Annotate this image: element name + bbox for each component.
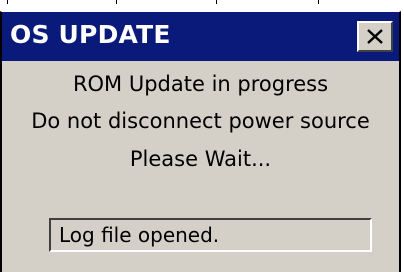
close-icon: [367, 29, 383, 44]
edge-mark-top-1: [7, 0, 8, 4]
message-line-3: Please Wait...: [129, 147, 272, 171]
close-button[interactable]: [357, 21, 393, 52]
edge-mark-top-3: [216, 0, 217, 4]
dialog-title: OS UPDATE: [10, 20, 171, 49]
os-update-dialog: OS UPDATE ROM Update in progress Do not …: [0, 11, 401, 272]
message-line-1: ROM Update in progress: [72, 72, 329, 96]
log-status-field: Log file opened.: [49, 218, 372, 252]
screen: OS UPDATE ROM Update in progress Do not …: [0, 0, 404, 272]
log-status-text: Log file opened.: [59, 223, 220, 247]
dialog-titlebar[interactable]: OS UPDATE: [2, 12, 399, 61]
edge-mark-top-2: [116, 0, 117, 4]
edge-mark-top-4: [318, 0, 319, 4]
message-line-2: Do not disconnect power source: [31, 109, 370, 133]
